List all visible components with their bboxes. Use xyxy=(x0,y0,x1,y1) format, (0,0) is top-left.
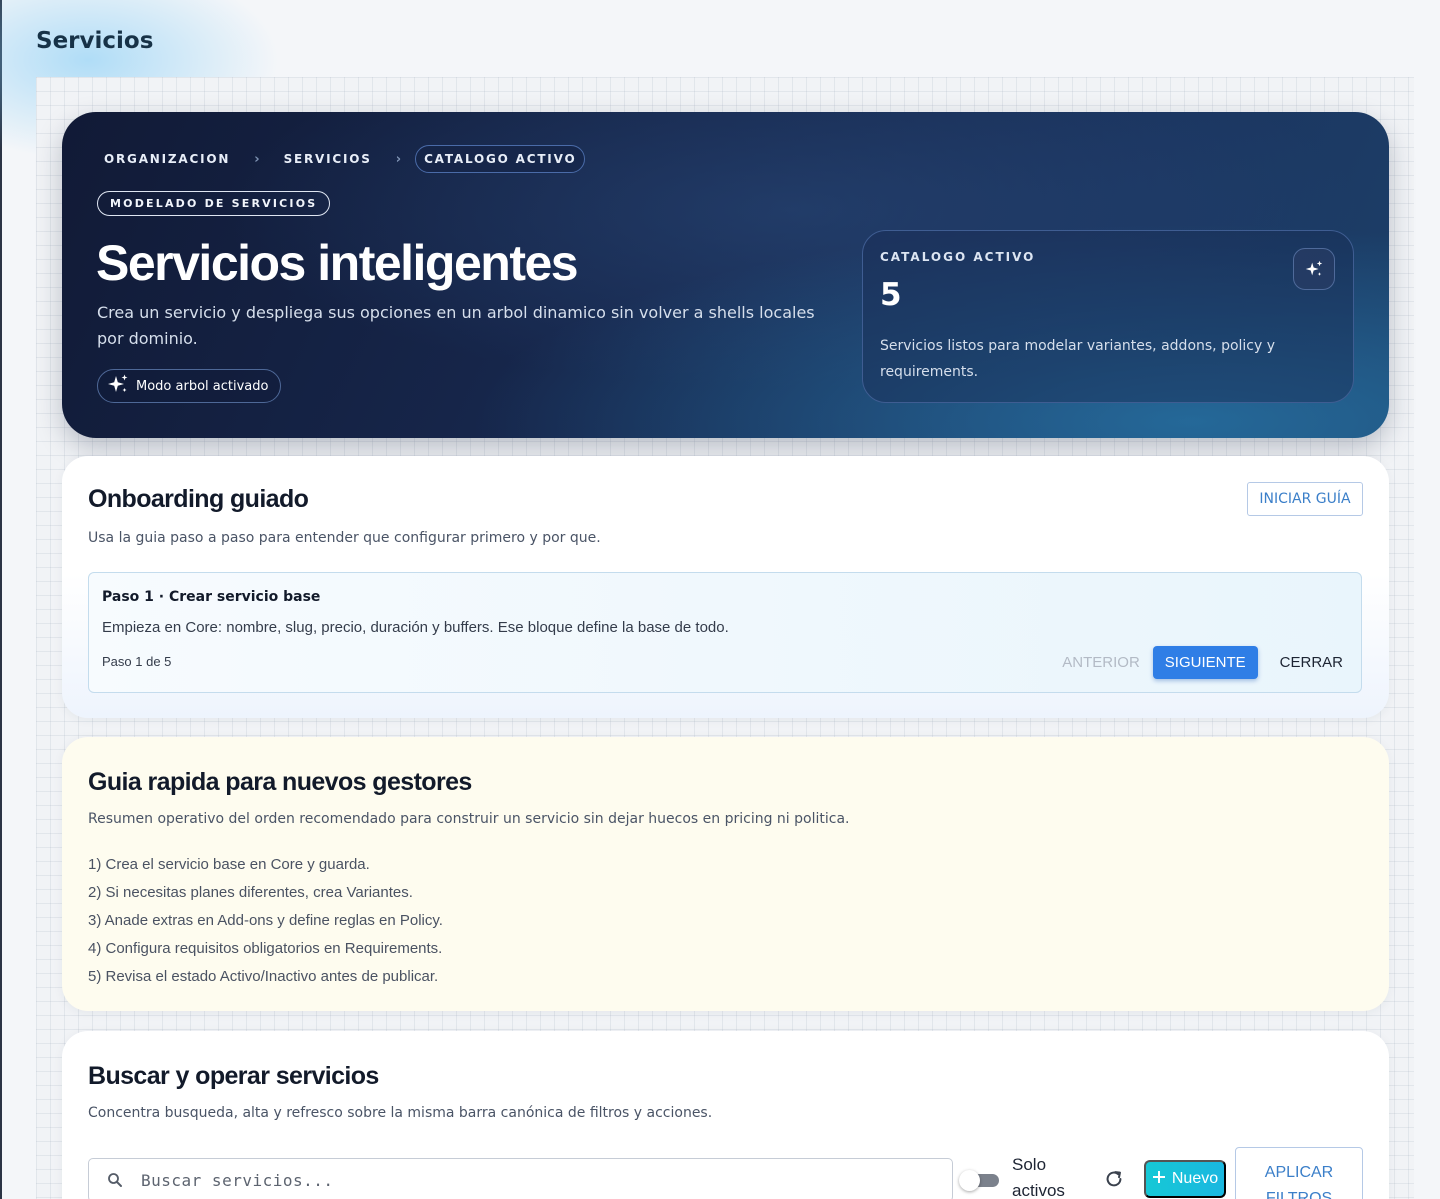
list-item: 3) Anade extras en Add-ons y define regl… xyxy=(88,912,443,929)
stat-value: 5 xyxy=(880,277,902,313)
search-icon xyxy=(89,1171,141,1189)
step-actions: ANTERIOR SIGUIENTE CERRAR xyxy=(1061,646,1353,679)
next-step-button[interactable]: SIGUIENTE xyxy=(1152,646,1258,679)
search-title: Buscar y operar servicios xyxy=(88,1062,379,1090)
tree-mode-label: Modo arbol activado xyxy=(136,378,269,394)
close-guide-button[interactable]: CERRAR xyxy=(1270,648,1353,677)
quick-guide-subtitle: Resumen operativo del orden recomendado … xyxy=(88,811,850,827)
list-item: 2) Si necesitas planes diferentes, crea … xyxy=(88,884,413,901)
quick-guide-title: Guia rapida para nuevos gestores xyxy=(88,768,472,796)
hero-banner: ORGANIZACION › SERVICIOS › CATALOGO ACTI… xyxy=(62,112,1389,438)
active-only-label: Solo activos xyxy=(1012,1155,1065,1199)
breadcrumb: ORGANIZACION › SERVICIOS › CATALOGO ACTI… xyxy=(94,145,586,173)
toggle-thumb xyxy=(959,1170,980,1191)
list-item: 1) Crea el servicio base en Core y guard… xyxy=(88,856,370,873)
onboarding-title: Onboarding guiado xyxy=(88,485,309,513)
left-edge xyxy=(0,0,2,1199)
stat-description: Servicios listos para modelar variantes,… xyxy=(880,338,1276,380)
breadcrumb-catalogo-activo: CATALOGO ACTIVO xyxy=(415,145,586,173)
tree-mode-pill: Modo arbol activado xyxy=(97,369,282,403)
list-item: 4) Configura requisitos obligatorios en … xyxy=(88,940,443,957)
active-only-toggle[interactable] xyxy=(959,1170,999,1191)
list-item: 5) Revisa el estado Activo/Inactivo ante… xyxy=(88,968,439,985)
step-title: Paso 1 · Crear servicio base xyxy=(102,589,321,605)
page-title: Servicios xyxy=(36,28,154,54)
breadcrumb-servicios[interactable]: SERVICIOS xyxy=(274,146,382,172)
sparkles-icon[interactable] xyxy=(1293,248,1335,290)
chevron-right-icon: › xyxy=(254,151,260,167)
previous-step-button[interactable]: ANTERIOR xyxy=(1061,648,1141,677)
quick-guide-steps: 1) Crea el servicio base en Core y guard… xyxy=(88,851,443,991)
step-description: Empieza en Core: nombre, slug, precio, d… xyxy=(102,619,729,636)
search-subtitle: Concentra busqueda, alta y refresco sobr… xyxy=(88,1105,713,1121)
hero-title: Servicios inteligentes xyxy=(96,235,579,291)
refresh-icon[interactable] xyxy=(1102,1167,1126,1191)
breadcrumb-organizacion[interactable]: ORGANIZACION xyxy=(94,146,240,172)
active-catalog-card: CATALOGO ACTIVO 5 Servicios listos para … xyxy=(862,230,1354,403)
hero-subtitle: Crea un servicio y despliega sus opcione… xyxy=(97,303,815,348)
new-service-button[interactable]: Nuevo xyxy=(1144,1160,1226,1198)
chevron-right-icon: › xyxy=(395,151,402,167)
sparkles-icon xyxy=(106,372,130,400)
search-input[interactable] xyxy=(141,1170,952,1190)
start-guide-button[interactable]: INICIAR GUÍA xyxy=(1247,482,1363,516)
onboarding-step-panel: Paso 1 · Crear servicio base Empieza en … xyxy=(88,572,1362,693)
onboarding-card: Onboarding guiado Usa la guia paso a pas… xyxy=(62,456,1389,718)
stat-label: CATALOGO ACTIVO xyxy=(880,250,1036,264)
new-service-label: Nuevo xyxy=(1171,1170,1219,1187)
apply-filters-button[interactable]: APLICAR FILTROS xyxy=(1235,1147,1363,1199)
search-field xyxy=(88,1158,953,1199)
step-counter: Paso 1 de 5 xyxy=(102,654,172,669)
onboarding-subtitle: Usa la guia paso a paso para entender qu… xyxy=(88,530,601,546)
quick-guide-card: Guia rapida para nuevos gestores Resumen… xyxy=(62,737,1389,1011)
plus-icon xyxy=(1152,1170,1166,1189)
hero-eyebrow-badge: MODELADO DE SERVICIOS xyxy=(97,191,331,216)
search-services-card: Buscar y operar servicios Concentra busq… xyxy=(62,1031,1389,1199)
